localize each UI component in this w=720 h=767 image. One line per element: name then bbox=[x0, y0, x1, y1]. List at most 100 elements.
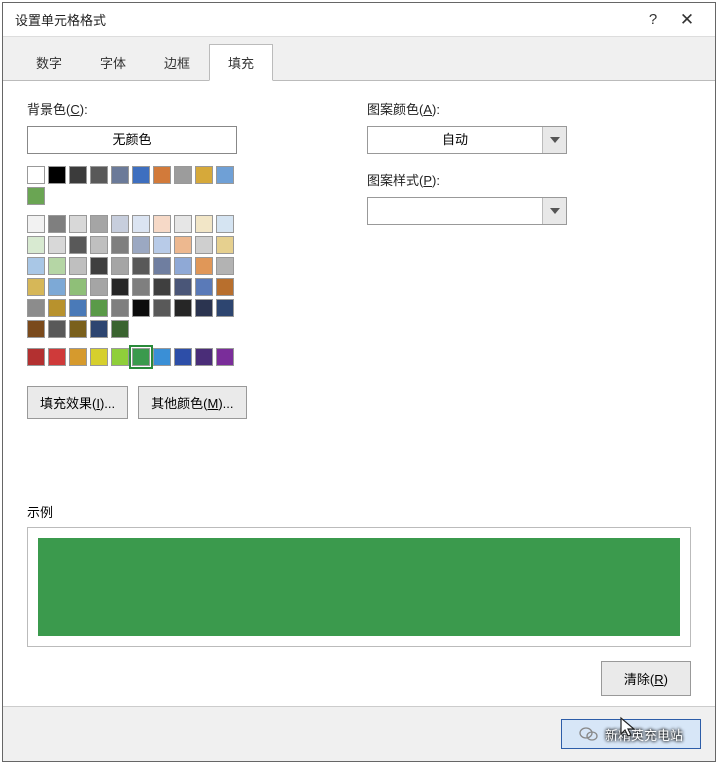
color-swatch[interactable] bbox=[90, 348, 108, 366]
color-swatch[interactable] bbox=[153, 299, 171, 317]
color-swatch[interactable] bbox=[90, 278, 108, 296]
color-swatch[interactable] bbox=[174, 215, 192, 233]
color-swatch[interactable] bbox=[69, 348, 87, 366]
color-swatch[interactable] bbox=[153, 236, 171, 254]
dialog-window: 设置单元格格式 ? ✕ 数字 字体 边框 填充 背景色(C): 无颜色 bbox=[2, 2, 716, 762]
fill-buttons-row: 填充效果(I)... 其他颜色(M)... bbox=[27, 386, 307, 419]
color-swatch[interactable] bbox=[27, 320, 45, 338]
color-swatch[interactable] bbox=[132, 257, 150, 275]
ok-button-label: 新精英充电站 bbox=[605, 725, 683, 744]
color-swatch[interactable] bbox=[90, 257, 108, 275]
clear-button[interactable]: 清除(R) bbox=[601, 661, 691, 696]
color-swatch[interactable] bbox=[111, 236, 129, 254]
color-swatch[interactable] bbox=[48, 166, 66, 184]
pattern-style-dropdown[interactable] bbox=[367, 197, 567, 225]
color-swatch[interactable] bbox=[174, 278, 192, 296]
color-swatch[interactable] bbox=[48, 278, 66, 296]
color-swatch[interactable] bbox=[195, 236, 213, 254]
color-swatch[interactable] bbox=[27, 299, 45, 317]
color-swatch[interactable] bbox=[153, 215, 171, 233]
color-swatch[interactable] bbox=[153, 348, 171, 366]
color-swatch[interactable] bbox=[216, 299, 234, 317]
tab-number[interactable]: 数字 bbox=[17, 44, 81, 81]
color-swatch[interactable] bbox=[69, 215, 87, 233]
color-swatch[interactable] bbox=[111, 166, 129, 184]
color-swatch[interactable] bbox=[195, 278, 213, 296]
color-swatch[interactable] bbox=[48, 348, 66, 366]
color-swatch[interactable] bbox=[153, 166, 171, 184]
color-swatch[interactable] bbox=[27, 166, 45, 184]
no-color-button[interactable]: 无颜色 bbox=[27, 126, 237, 154]
color-swatch[interactable] bbox=[27, 278, 45, 296]
pattern-section: 图案颜色(A): 自动 图案样式(P): bbox=[367, 99, 691, 419]
color-swatch[interactable] bbox=[90, 166, 108, 184]
color-swatch[interactable] bbox=[132, 348, 150, 366]
pattern-color-label: 图案颜色(A): bbox=[367, 99, 691, 118]
clear-row: 清除(R) bbox=[27, 661, 691, 696]
ok-button[interactable]: 新精英充电站 bbox=[561, 719, 701, 749]
color-swatch[interactable] bbox=[132, 278, 150, 296]
color-swatch[interactable] bbox=[27, 215, 45, 233]
color-swatch[interactable] bbox=[174, 166, 192, 184]
chevron-down-icon[interactable] bbox=[542, 127, 566, 153]
color-swatch[interactable] bbox=[195, 348, 213, 366]
color-swatch[interactable] bbox=[27, 187, 45, 205]
color-swatch[interactable] bbox=[111, 257, 129, 275]
tab-fill[interactable]: 填充 bbox=[209, 44, 273, 81]
close-icon[interactable]: ✕ bbox=[667, 10, 707, 30]
color-swatch[interactable] bbox=[174, 348, 192, 366]
color-swatch[interactable] bbox=[216, 348, 234, 366]
help-icon[interactable]: ? bbox=[639, 11, 667, 28]
color-swatch[interactable] bbox=[48, 236, 66, 254]
pattern-color-dropdown[interactable]: 自动 bbox=[367, 126, 567, 154]
color-swatch[interactable] bbox=[90, 299, 108, 317]
color-swatch[interactable] bbox=[195, 257, 213, 275]
color-swatch[interactable] bbox=[48, 257, 66, 275]
color-swatch[interactable] bbox=[48, 299, 66, 317]
color-swatch[interactable] bbox=[216, 166, 234, 184]
color-swatch[interactable] bbox=[48, 320, 66, 338]
color-swatch[interactable] bbox=[111, 320, 129, 338]
color-swatch[interactable] bbox=[69, 236, 87, 254]
color-swatch[interactable] bbox=[216, 215, 234, 233]
color-swatch[interactable] bbox=[132, 299, 150, 317]
color-swatch[interactable] bbox=[69, 166, 87, 184]
color-swatch[interactable] bbox=[174, 257, 192, 275]
color-swatch[interactable] bbox=[132, 236, 150, 254]
color-swatch[interactable] bbox=[27, 348, 45, 366]
color-swatch[interactable] bbox=[111, 348, 129, 366]
color-swatch[interactable] bbox=[90, 236, 108, 254]
color-swatch[interactable] bbox=[216, 278, 234, 296]
color-swatch[interactable] bbox=[216, 257, 234, 275]
more-colors-button[interactable]: 其他颜色(M)... bbox=[138, 386, 246, 419]
color-swatch[interactable] bbox=[27, 257, 45, 275]
tab-font[interactable]: 字体 bbox=[81, 44, 145, 81]
color-swatch[interactable] bbox=[153, 257, 171, 275]
color-swatch[interactable] bbox=[69, 278, 87, 296]
color-swatch[interactable] bbox=[216, 236, 234, 254]
color-swatch[interactable] bbox=[69, 257, 87, 275]
tab-border[interactable]: 边框 bbox=[145, 44, 209, 81]
color-swatch[interactable] bbox=[132, 215, 150, 233]
color-swatch[interactable] bbox=[195, 166, 213, 184]
color-swatch[interactable] bbox=[69, 299, 87, 317]
color-swatch[interactable] bbox=[27, 236, 45, 254]
color-swatch[interactable] bbox=[48, 215, 66, 233]
tab-bar: 数字 字体 边框 填充 bbox=[3, 37, 715, 81]
color-swatch[interactable] bbox=[132, 166, 150, 184]
sample-label: 示例 bbox=[27, 502, 691, 521]
color-swatch[interactable] bbox=[111, 299, 129, 317]
fill-effects-button[interactable]: 填充效果(I)... bbox=[27, 386, 128, 419]
color-swatch[interactable] bbox=[90, 320, 108, 338]
color-swatch[interactable] bbox=[111, 278, 129, 296]
color-swatch[interactable] bbox=[69, 320, 87, 338]
color-swatch[interactable] bbox=[195, 215, 213, 233]
color-swatch[interactable] bbox=[174, 299, 192, 317]
color-swatch[interactable] bbox=[174, 236, 192, 254]
color-swatch[interactable] bbox=[90, 215, 108, 233]
chevron-down-icon[interactable] bbox=[542, 198, 566, 224]
color-swatch[interactable] bbox=[153, 278, 171, 296]
color-swatch[interactable] bbox=[111, 215, 129, 233]
footer: 新精英充电站 bbox=[3, 706, 715, 761]
color-swatch[interactable] bbox=[195, 299, 213, 317]
